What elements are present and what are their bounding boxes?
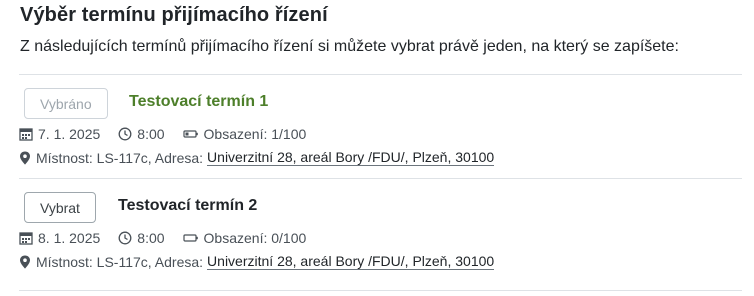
clock-icon [118,231,132,245]
date-item: 7. 1. 2025 [19,126,100,142]
term-time: 8:00 [137,126,165,142]
divider [19,290,742,291]
battery-icon [182,130,198,138]
time-item: 8:00 [118,126,165,142]
address-link[interactable]: Univerzitní 28, areál Bory /FDU/, Plzeň,… [207,150,495,166]
map-marker-icon [20,255,30,269]
address-link[interactable]: Univerzitní 28, areál Bory /FDU/, Plzeň,… [207,254,495,270]
page-title: Výběr termínu přijímacího řízení [20,4,328,26]
calendar-icon [19,128,33,141]
room-text: Místnost: LS-117c, Adresa: [36,150,204,166]
battery-icon [182,234,198,242]
date-item: 8. 1. 2025 [19,230,100,246]
page-subtitle: Z následujících termínů přijímacího říze… [20,38,679,55]
term-name: Testovací termín 1 [129,93,269,110]
clock-icon [118,127,132,141]
calendar-icon [19,232,33,245]
map-marker-icon [20,151,30,165]
term-name: Testovací termín 2 [118,197,258,214]
selected-button[interactable]: Vybráno [24,88,108,119]
term-time: 8:00 [137,230,165,246]
term-meta-row: 7. 1. 2025 8:00 Obsazení: 1/100 [19,126,324,142]
term-date: 7. 1. 2025 [38,126,101,142]
term-occupancy: Obsazení: 1/100 [203,126,307,142]
term-date: 8. 1. 2025 [38,230,101,246]
term-location-row: Místnost: LS-117c, Adresa: Univerzitní 2… [19,254,495,270]
term-occupancy: Obsazení: 0/100 [203,230,307,246]
term-card-1: Vybráno Testovací termín 1 7. 1. 2025 8:… [0,75,754,179]
term-card-2: Vybrat Testovací termín 2 8. 1. 2025 8:0… [0,179,754,283]
room-text: Místnost: LS-117c, Adresa: [36,254,204,270]
term-location-row: Místnost: LS-117c, Adresa: Univerzitní 2… [19,150,495,166]
occupancy-item: Obsazení: 1/100 [182,126,307,142]
term-meta-row: 8. 1. 2025 8:00 Obsazení: 0/100 [19,230,324,246]
occupancy-item: Obsazení: 0/100 [182,230,307,246]
time-item: 8:00 [118,230,165,246]
select-button[interactable]: Vybrat [24,192,96,223]
